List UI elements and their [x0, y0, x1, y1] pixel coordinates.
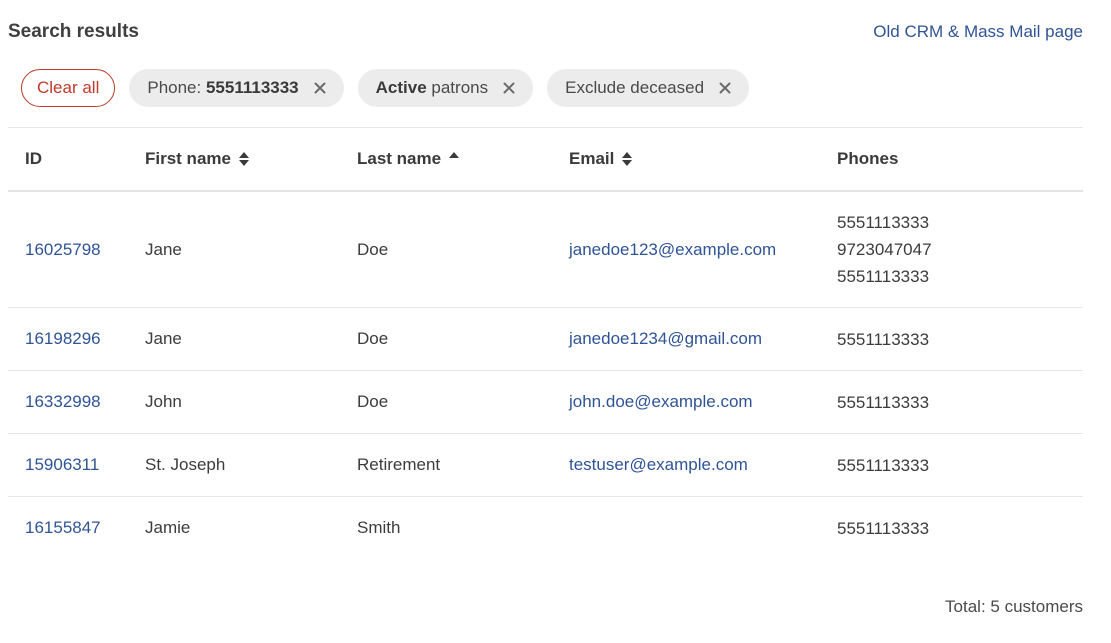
first-name-cell: John: [145, 392, 182, 411]
customer-id-link[interactable]: 16198296: [25, 329, 101, 348]
phone-number: 5551113333: [837, 455, 930, 475]
phone-number: 5551113333: [837, 518, 930, 538]
first-name-cell: Jane: [145, 329, 182, 348]
chip-value: Active: [375, 78, 427, 97]
phone-number: 5551113333: [837, 329, 930, 349]
phone-number: 5551113333: [837, 213, 930, 232]
last-name-cell: Doe: [357, 392, 389, 411]
header: Search results Old CRM & Mass Mail page: [8, 18, 1083, 46]
phones-cell: 5551113333 9723047047 5551113333: [837, 209, 1083, 290]
sort-icon[interactable]: [622, 152, 633, 166]
email-link[interactable]: john.doe@example.com: [569, 392, 753, 411]
total-count: Total: 5 customers: [945, 597, 1083, 616]
column-label: Last name: [357, 149, 442, 168]
page-title: Search results: [8, 21, 139, 42]
sort-asc-icon[interactable]: [449, 152, 460, 166]
table-header-row: ID First name Last name Email Phones: [8, 128, 1083, 192]
last-name-cell: Retirement: [357, 455, 441, 474]
customer-id-link[interactable]: 15906311: [25, 455, 99, 474]
phones-cell: 5551113333: [837, 389, 1083, 416]
customer-id-link[interactable]: 16025798: [25, 240, 101, 259]
first-name-cell: Jamie: [145, 518, 191, 537]
phone-number: 5551113333: [837, 392, 930, 412]
column-header-last-name[interactable]: Last name: [357, 149, 569, 169]
column-header-id: ID: [8, 149, 145, 169]
search-results-page: Search results Old CRM & Mass Mail page …: [0, 0, 1111, 643]
column-header-first-name[interactable]: First name: [145, 149, 357, 169]
email-link[interactable]: janedoe1234@gmail.com: [569, 329, 762, 348]
close-icon[interactable]: [313, 81, 327, 95]
customer-id-link[interactable]: 16332998: [25, 392, 101, 411]
phone-number: 5551113333: [837, 267, 930, 286]
customer-id-link[interactable]: 16155847: [25, 518, 101, 537]
close-icon[interactable]: [502, 81, 516, 95]
phones-cell: 5551113333: [837, 452, 1083, 479]
table-row: 16155847 Jamie Smith 5551113333: [8, 497, 1083, 559]
column-label: First name: [145, 149, 231, 168]
sort-icon[interactable]: [238, 152, 249, 166]
filter-chip-active-patrons: Active patrons: [357, 69, 534, 107]
chip-label: Phone:: [147, 78, 206, 97]
table-row: 16198296 Jane Doe janedoe1234@gmail.com …: [8, 308, 1083, 371]
email-link[interactable]: testuser@example.com: [569, 455, 748, 474]
last-name-cell: Smith: [357, 518, 401, 537]
old-crm-link[interactable]: Old CRM & Mass Mail page: [873, 22, 1083, 42]
email-link[interactable]: janedoe123@example.com: [569, 240, 776, 259]
table-row: 16025798 Jane Doe janedoe123@example.com…: [8, 192, 1083, 308]
column-header-email[interactable]: Email: [569, 149, 837, 169]
column-label: ID: [25, 149, 42, 168]
table-row: 16332998 John Doe john.doe@example.com 5…: [8, 371, 1083, 434]
phones-cell: 5551113333: [837, 515, 1083, 542]
close-icon[interactable]: [718, 81, 732, 95]
column-label: Phones: [837, 149, 899, 168]
column-label: Email: [569, 149, 615, 168]
first-name-cell: St. Joseph: [145, 455, 226, 474]
phones-cell: 5551113333: [837, 326, 1083, 353]
chip-value: 5551113333: [205, 78, 299, 97]
clear-all-button[interactable]: Clear all: [21, 69, 116, 107]
filter-chip-phone: Phone: 5551113333: [129, 69, 344, 107]
first-name-cell: Jane: [145, 239, 182, 259]
filter-chip-exclude-deceased: Exclude deceased: [547, 69, 750, 107]
last-name-cell: Doe: [357, 239, 389, 259]
column-header-phones: Phones: [837, 149, 1083, 169]
table-row: 15906311 St. Joseph Retirement testuser@…: [8, 434, 1083, 497]
last-name-cell: Doe: [357, 329, 389, 348]
chip-label: patrons: [426, 78, 489, 97]
chip-label: Exclude deceased: [565, 78, 705, 97]
results-table: ID First name Last name Email Phones 160…: [8, 127, 1083, 559]
filter-bar: Clear all Phone: 5551113333 Active patro…: [21, 69, 750, 107]
phone-number: 9723047047: [837, 240, 932, 259]
